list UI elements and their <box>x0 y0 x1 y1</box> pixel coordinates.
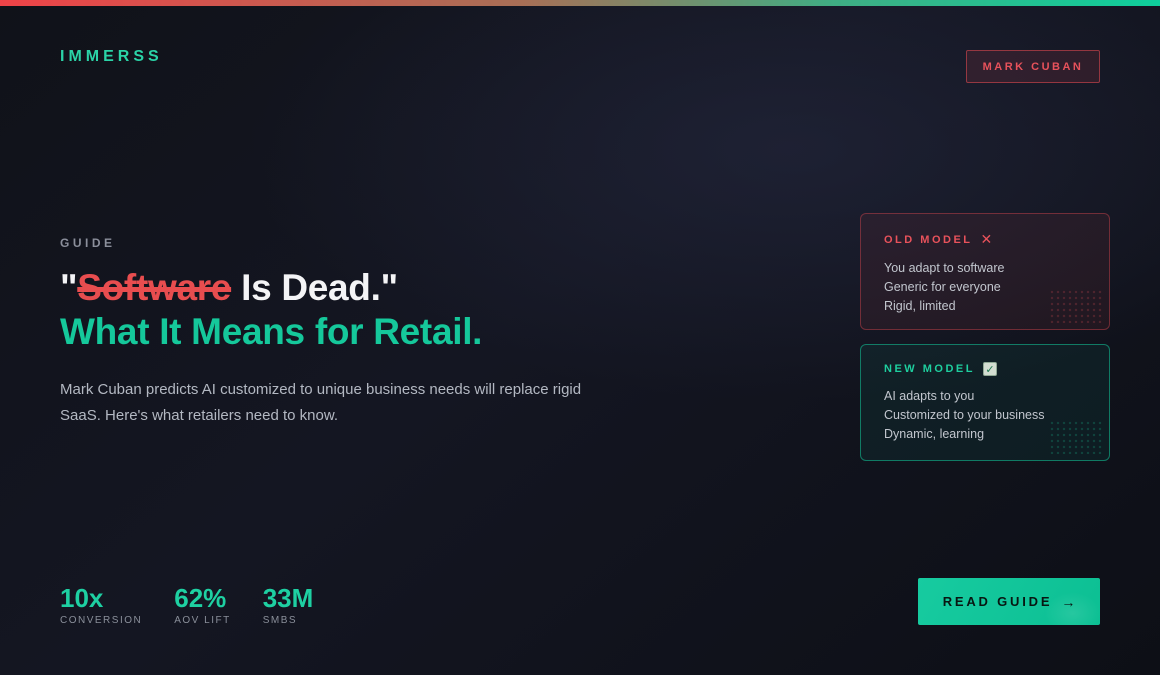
stat-value: 33M <box>263 584 314 612</box>
new-model-card: NEW MODEL ✓ AI adapts to you Customized … <box>860 344 1110 461</box>
stats-row: 10x CONVERSION 62% AOV LIFT 33M SMBS <box>60 584 313 626</box>
new-model-card-title: NEW MODEL ✓ <box>884 362 1086 376</box>
title-strikethrough-word: Software <box>77 267 231 308</box>
old-model-label: OLD MODEL <box>884 234 973 246</box>
old-model-item: You adapt to software <box>884 259 1086 278</box>
stat-value: 62% <box>174 584 230 612</box>
stat-label: CONVERSION <box>60 615 142 626</box>
new-model-item: Customized to your business <box>884 406 1086 425</box>
old-model-card: OLD MODEL ✕ You adapt to software Generi… <box>860 213 1110 330</box>
page-title: "Software Is Dead." What It Means for Re… <box>60 266 482 354</box>
checkbox-icon: ✓ <box>983 362 997 376</box>
new-model-item: Dynamic, learning <box>884 425 1086 444</box>
gradient-accent-bar <box>0 0 1160 6</box>
title-open-quote: " <box>60 267 77 308</box>
title-remainder: Is Dead." <box>231 267 398 308</box>
stat-label: SMBS <box>263 615 314 626</box>
read-guide-button[interactable]: READ GUIDE → <box>918 578 1100 625</box>
read-guide-label: READ GUIDE <box>943 594 1053 609</box>
stat-smbs: 33M SMBS <box>263 584 314 626</box>
new-model-item: AI adapts to you <box>884 387 1086 406</box>
old-model-item: Rigid, limited <box>884 297 1086 316</box>
old-model-card-title: OLD MODEL ✕ <box>884 231 1086 248</box>
hero-subtitle: Mark Cuban predicts AI customized to uni… <box>60 377 608 429</box>
landing-page: IMMERSS MARK CUBAN GUIDE "Software Is De… <box>0 0 1160 675</box>
stat-aov-lift: 62% AOV LIFT <box>174 584 230 626</box>
guide-eyebrow: GUIDE <box>60 236 116 250</box>
x-icon: ✕ <box>981 231 993 248</box>
arrow-right-icon: → <box>1061 594 1075 610</box>
title-line-1: "Software Is Dead." <box>60 266 482 310</box>
stat-label: AOV LIFT <box>174 615 230 626</box>
stat-conversion: 10x CONVERSION <box>60 584 142 626</box>
old-model-item: Generic for everyone <box>884 278 1086 297</box>
new-model-label: NEW MODEL <box>884 363 975 375</box>
title-line-2: What It Means for Retail. <box>60 310 482 354</box>
mark-cuban-badge[interactable]: MARK CUBAN <box>966 50 1100 83</box>
stat-value: 10x <box>60 584 142 612</box>
logo: IMMERSS <box>60 48 163 66</box>
